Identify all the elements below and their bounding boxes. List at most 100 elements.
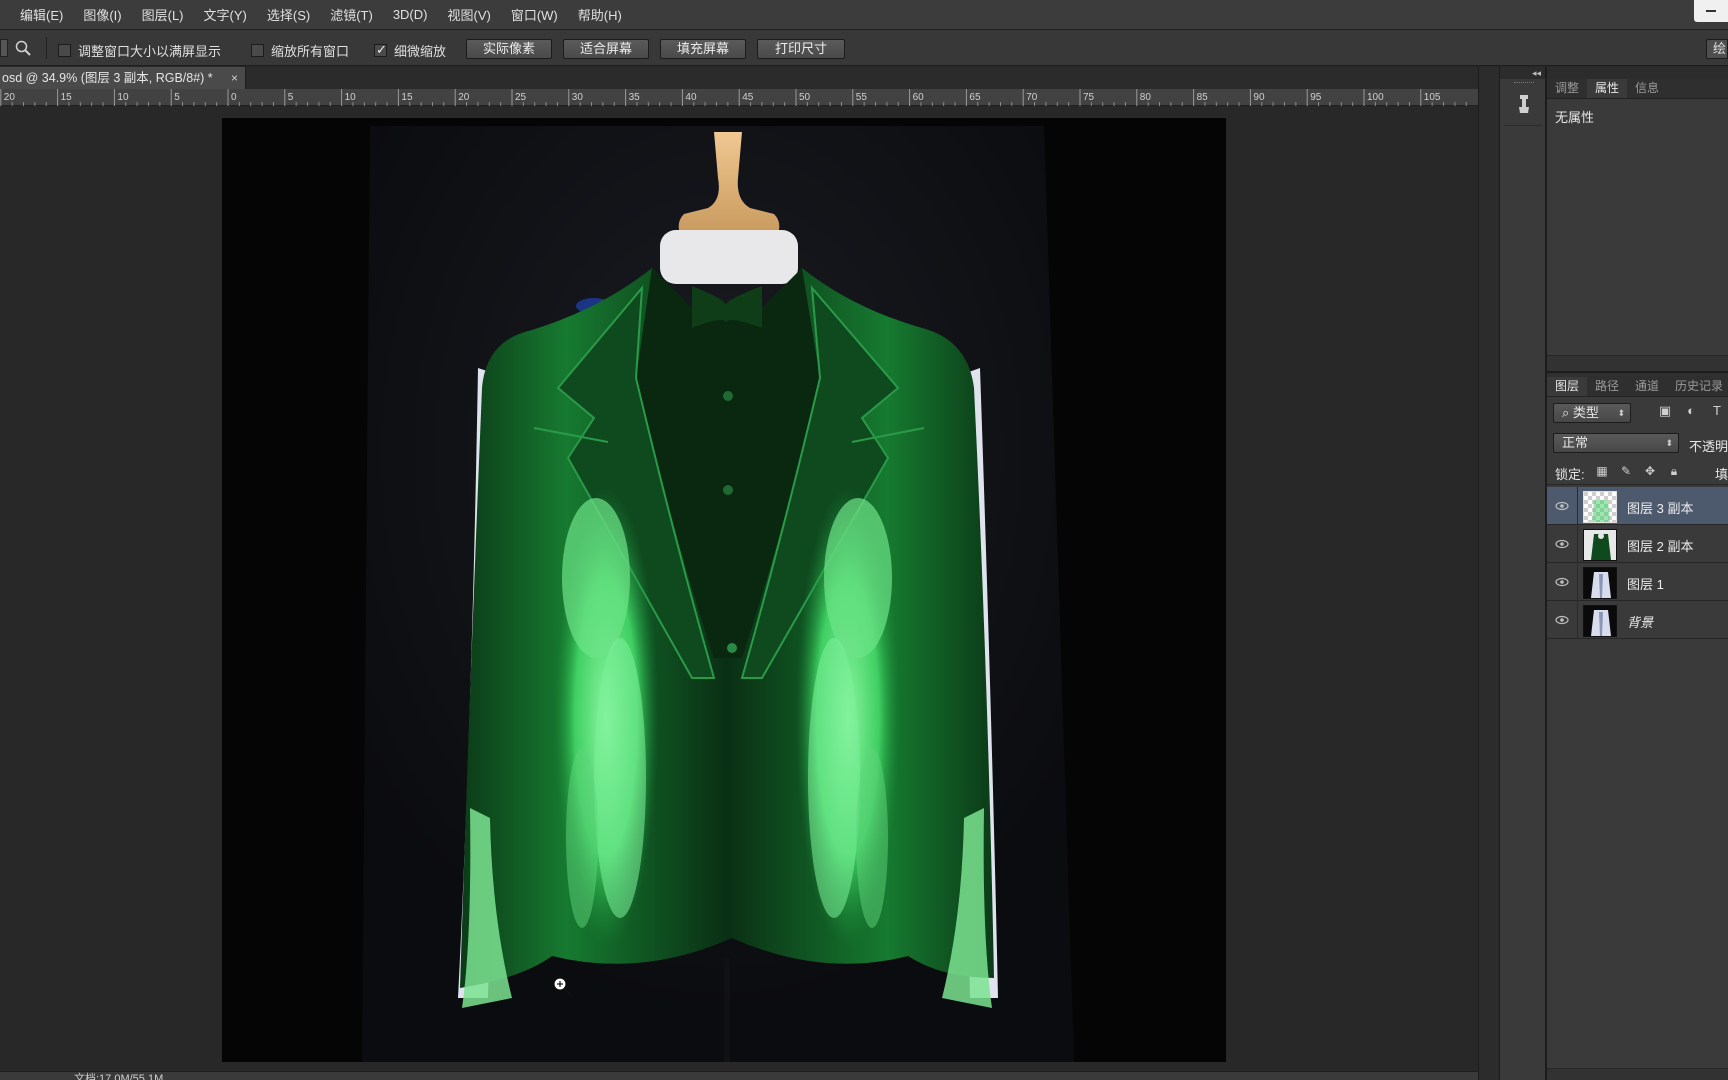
fill-screen-button[interactable]: 填充屏幕 [660, 39, 746, 59]
layers-tabs: 图层 路径 通道 历史记录 [1547, 373, 1728, 397]
eye-icon[interactable] [1555, 613, 1569, 627]
menu-layer[interactable]: 图层(L) [132, 5, 194, 24]
lock-paint-icon[interactable]: ✎ [1619, 464, 1633, 478]
tab-channels[interactable]: 通道 [1627, 377, 1667, 396]
document-size-status[interactable]: 文档:17.0M/55.1M [74, 1072, 163, 1080]
options-bar: 调整窗口大小以满屏显示 缩放所有窗口 细微缩放 实际像素 适合屏幕 填充屏幕 打… [0, 30, 1728, 66]
canvas-workspace[interactable] [0, 106, 1478, 1074]
zoom-icon[interactable] [14, 39, 32, 57]
menu-edit[interactable]: 编辑(E) [0, 5, 73, 24]
lock-transparency-icon[interactable]: ▦ [1595, 464, 1609, 478]
ruler-label: 25 [515, 92, 527, 103]
vertical-scrollbar[interactable] [1478, 67, 1499, 1080]
chevron-updown-icon: ⬍ [1617, 408, 1625, 418]
layer-name[interactable]: 图层 3 副本 [1627, 498, 1693, 517]
lock-row: 锁定: ▦ ✎ ✥ 🔒︎ 填 [1547, 459, 1728, 485]
collapse-arrows-icon[interactable]: ◂◂ [1500, 67, 1545, 79]
filter-icons: ▣ ◐ T [1657, 403, 1725, 419]
ruler-label: 70 [1026, 92, 1038, 103]
layer-row[interactable]: 图层 2 副本 [1547, 525, 1728, 563]
actual-pixels-button[interactable]: 实际像素 [466, 39, 552, 59]
menu-help[interactable]: 帮助(H) [568, 5, 632, 24]
zoom-all-windows-label: 缩放所有窗口 [271, 44, 350, 59]
tool-preset-picker[interactable] [0, 39, 8, 57]
collapsed-panel-strip: ◂◂ [1499, 67, 1546, 1080]
minimize-button[interactable] [1694, 0, 1728, 22]
ruler-label: 80 [1140, 92, 1152, 103]
opacity-label[interactable]: 不透明 [1689, 436, 1728, 455]
tab-paths[interactable]: 路径 [1587, 377, 1627, 396]
divider [1577, 525, 1578, 563]
tab-history[interactable]: 历史记录 [1667, 377, 1728, 396]
brush-preset-icon[interactable] [1511, 91, 1537, 117]
menu-bar: 编辑(E) 图像(I) 图层(L) 文字(Y) 选择(S) 滤镜(T) 3D(D… [0, 0, 1728, 30]
tab-info[interactable]: 信息 [1627, 79, 1667, 98]
checkbox-box[interactable] [251, 44, 264, 57]
layer-thumbnail[interactable] [1583, 529, 1617, 561]
drag-grip[interactable] [1514, 82, 1534, 85]
image-filter-icon[interactable]: ▣ [1657, 403, 1673, 419]
lock-all-icon[interactable]: 🔒︎ [1667, 464, 1681, 478]
ruler-label: 40 [685, 92, 697, 103]
ruler-label: 75 [1083, 92, 1095, 103]
layer-name[interactable]: 背景 [1627, 612, 1653, 631]
workspace-button[interactable]: 绘 [1706, 39, 1728, 59]
layer-row[interactable]: 背景 [1547, 601, 1728, 639]
document-canvas[interactable] [222, 118, 1226, 1062]
checkbox-box[interactable] [58, 44, 71, 57]
layer-thumbnail[interactable] [1583, 567, 1617, 599]
checkbox-box-checked[interactable] [374, 42, 387, 58]
layer-filter-select[interactable]: ⌕ 类型 ⬍ [1553, 403, 1631, 423]
resize-windows-checkbox[interactable]: 调整窗口大小以满屏显示 [58, 41, 221, 60]
fit-screen-button[interactable]: 适合屏幕 [563, 39, 649, 59]
layer-name[interactable]: 图层 1 [1627, 574, 1664, 593]
close-icon[interactable]: × [231, 67, 238, 89]
ruler-label: 35 [629, 92, 641, 103]
menu-image[interactable]: 图像(I) [73, 5, 131, 24]
eye-icon[interactable] [1555, 499, 1569, 513]
layer-thumbnail[interactable] [1583, 605, 1617, 637]
document-tab-bar: osd @ 34.9% (图层 3 副本, RGB/8#) * × [0, 67, 1478, 89]
properties-tabs: 调整 属性 信息 [1547, 79, 1728, 99]
menu-type[interactable]: 文字(Y) [194, 5, 257, 24]
ruler-label: 105 [1424, 92, 1441, 103]
print-size-button[interactable]: 打印尺寸 [757, 39, 845, 59]
ruler-label: 90 [1253, 92, 1265, 103]
lock-position-icon[interactable]: ✥ [1643, 464, 1657, 478]
ruler-label: 85 [1197, 92, 1209, 103]
ruler-label: 15 [61, 92, 73, 103]
scrubby-zoom-label: 细微缩放 [394, 44, 447, 59]
layer-name[interactable]: 图层 2 副本 [1627, 536, 1693, 555]
menu-3d[interactable]: 3D(D) [383, 7, 438, 22]
layer-list: 图层 3 副本 图层 2 副本 图层 1 背景 [1547, 487, 1728, 639]
horizontal-ruler[interactable]: 20 15 10 5 0 5 10 15 20 25 30 35 40 45 50 55 60 65 70 75 80 8… [0, 89, 1478, 106]
fill-label[interactable]: 填 [1715, 464, 1728, 483]
ruler-label: 0 [231, 92, 237, 103]
ruler-label: 20 [4, 92, 16, 103]
tab-layers[interactable]: 图层 [1547, 377, 1588, 396]
menu-select[interactable]: 选择(S) [257, 5, 320, 24]
ruler-label: 100 [1367, 92, 1384, 103]
layer-row[interactable]: 图层 3 副本 [1547, 487, 1728, 525]
layer-row[interactable]: 图层 1 [1547, 563, 1728, 601]
menu-filter[interactable]: 滤镜(T) [320, 5, 383, 24]
lock-label: 锁定: [1555, 467, 1585, 482]
menu-view[interactable]: 视图(V) [437, 5, 500, 24]
scrubby-zoom-checkbox[interactable]: 细微缩放 [374, 41, 446, 60]
tab-adjustments[interactable]: 调整 [1547, 79, 1587, 98]
blend-mode-select[interactable]: 正常 ⬍ [1553, 433, 1679, 453]
adjustment-filter-icon[interactable]: ◐ [1683, 403, 1699, 419]
eye-icon[interactable] [1555, 537, 1569, 551]
divider [1577, 601, 1578, 639]
document-title: osd @ 34.9% (图层 3 副本, RGB/8#) * [2, 71, 213, 85]
menu-window[interactable]: 窗口(W) [501, 5, 568, 24]
eye-icon[interactable] [1555, 575, 1569, 589]
divider [46, 37, 47, 59]
zoom-all-windows-checkbox[interactable]: 缩放所有窗口 [251, 41, 349, 60]
document-tab[interactable]: osd @ 34.9% (图层 3 副本, RGB/8#) * × [0, 67, 246, 89]
tab-properties[interactable]: 属性 [1587, 79, 1628, 98]
status-bar: 文档:17.0M/55.1M [0, 1071, 1478, 1080]
chevron-updown-icon: ⬍ [1665, 438, 1673, 448]
layer-thumbnail[interactable] [1583, 491, 1617, 523]
type-filter-icon[interactable]: T [1709, 403, 1725, 419]
